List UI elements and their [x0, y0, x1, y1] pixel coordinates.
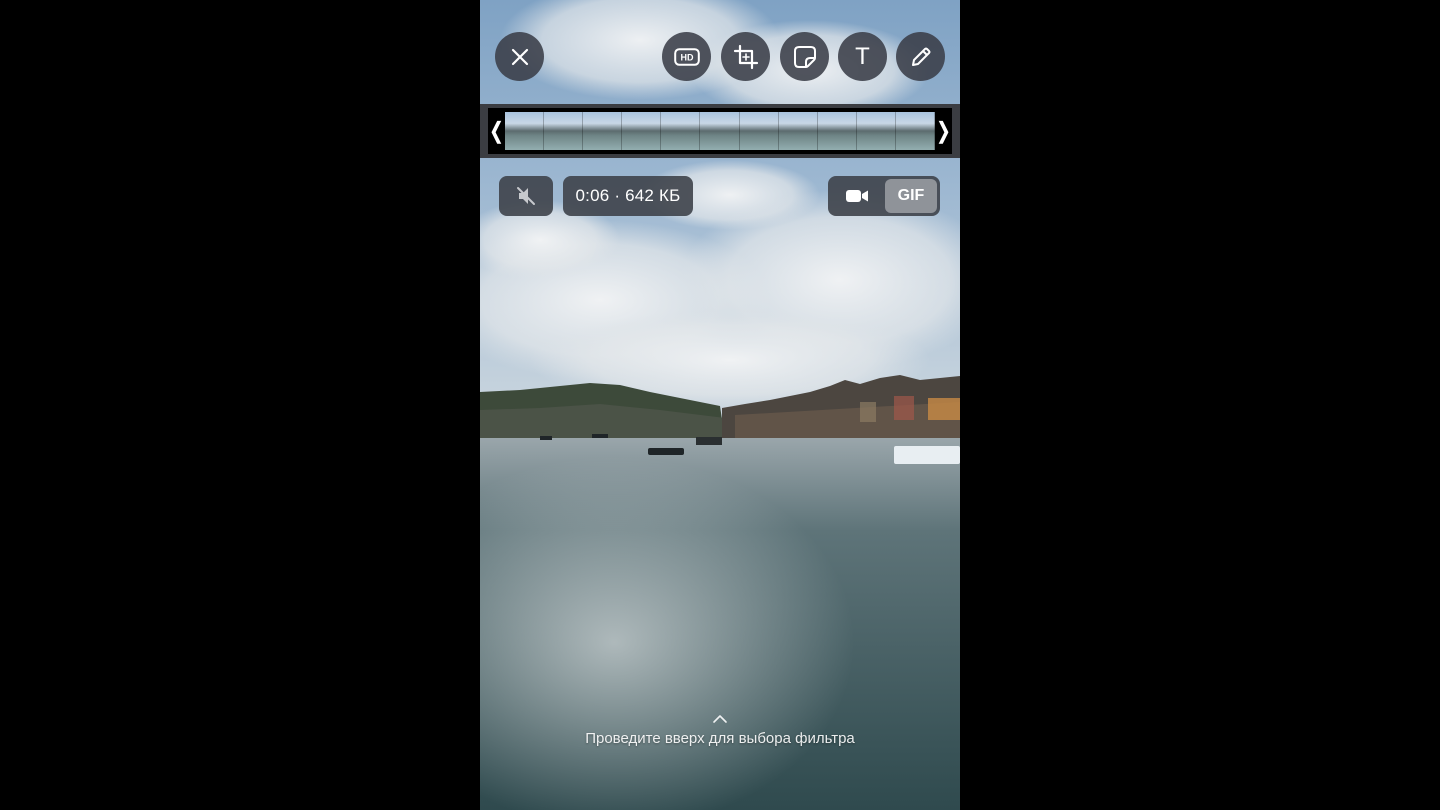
sticker-button[interactable]	[780, 32, 829, 81]
video-camera-icon	[846, 190, 868, 202]
duration-size-label: 0:06 · 642 КБ	[563, 176, 693, 216]
video-gif-switch: GIF	[828, 176, 940, 216]
hd-quality-button[interactable]: HD	[662, 32, 711, 81]
timeline-frame	[856, 112, 896, 150]
timeline-frame	[700, 112, 740, 150]
video-timeline: ❬ ❭	[480, 104, 960, 158]
timeline-frame	[739, 112, 779, 150]
timeline-frame	[505, 112, 545, 150]
hd-label: HD	[680, 52, 693, 62]
timeline-frame	[583, 112, 623, 150]
trim-frame: ❬ ❭	[487, 108, 953, 154]
timeline-frame	[817, 112, 857, 150]
timeline-frame	[895, 112, 935, 150]
timeline-frame	[622, 112, 662, 150]
trim-end-handle[interactable]: ❭	[934, 108, 952, 154]
timeline-frame	[544, 112, 584, 150]
timeline-frame	[778, 112, 818, 150]
speaker-muted-icon	[517, 187, 535, 205]
pencil-icon	[911, 47, 930, 66]
close-button[interactable]	[495, 32, 544, 81]
text-icon: T	[855, 42, 870, 70]
crop-icon	[733, 44, 758, 69]
trim-start-handle[interactable]: ❬	[487, 108, 505, 154]
frame-strip[interactable]	[505, 112, 935, 150]
timeline-frame	[661, 112, 701, 150]
crop-button[interactable]	[721, 32, 770, 81]
filter-swipe-hint: Проведите вверх для выбора фильтра	[585, 730, 855, 747]
hd-icon: HD	[673, 47, 700, 66]
close-icon	[511, 48, 528, 65]
chevron-up-icon	[713, 715, 727, 723]
draw-button[interactable]	[896, 32, 945, 81]
text-button[interactable]: T	[838, 32, 887, 81]
mute-button[interactable]	[499, 176, 553, 216]
sticker-icon	[793, 45, 816, 68]
gif-mode-button[interactable]: GIF	[885, 179, 937, 213]
media-editor: HD T ❬ ❭ 0:06 · 642 КБ GIF Проведите вве…	[480, 0, 960, 810]
video-mode-button[interactable]	[831, 179, 883, 213]
